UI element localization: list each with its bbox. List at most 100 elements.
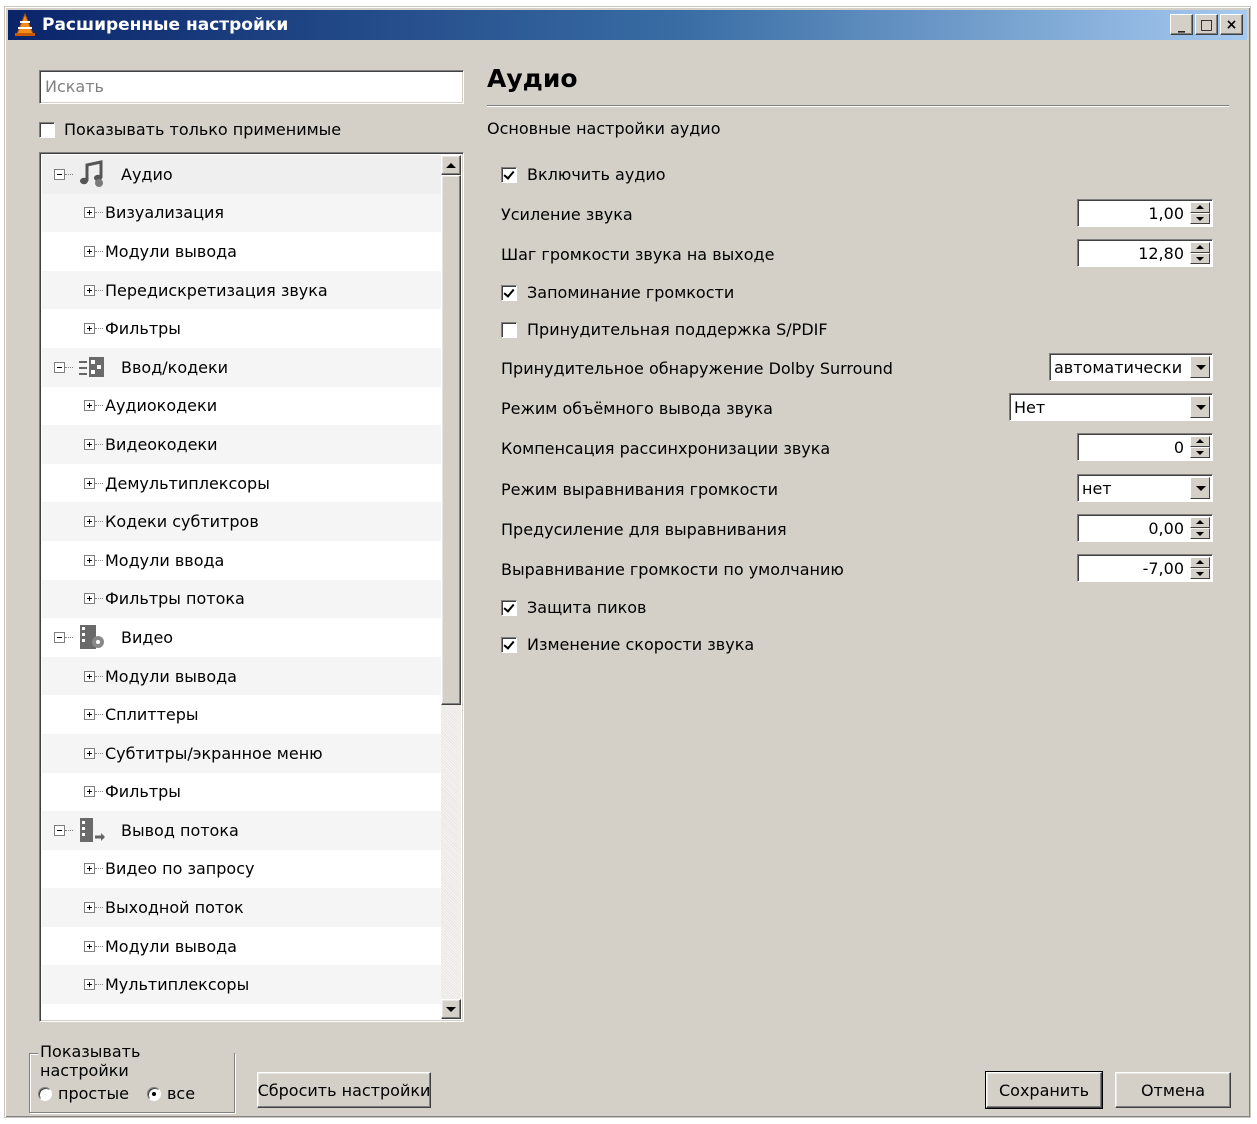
chevron-down-icon[interactable]: [1190, 356, 1210, 378]
tree-item[interactable]: Модули вывода: [42, 927, 443, 966]
tree-item[interactable]: Выходной поток: [42, 888, 443, 927]
desync-spinbox[interactable]: 0: [1077, 433, 1213, 461]
expand-icon[interactable]: [84, 516, 95, 528]
tree-category[interactable]: Ввод/кодеки: [42, 347, 443, 387]
collapse-icon[interactable]: [54, 361, 65, 373]
tree-item[interactable]: Мультиплексоры: [42, 965, 443, 1005]
tree-item[interactable]: Фильтры потока: [42, 579, 443, 619]
spin-up-icon[interactable]: [1190, 242, 1210, 253]
input-codecs-icon: [77, 352, 107, 382]
expand-icon[interactable]: [84, 786, 95, 798]
stereo-mode-select[interactable]: Нет: [1009, 393, 1213, 421]
expand-icon[interactable]: [84, 323, 95, 335]
expand-icon[interactable]: [84, 207, 95, 219]
spin-down-icon[interactable]: [1190, 213, 1210, 224]
collapse-icon[interactable]: [54, 631, 65, 643]
enable-audio-checkbox[interactable]: [501, 166, 517, 183]
expand-icon[interactable]: [84, 438, 95, 450]
peak-protection-checkbox[interactable]: [501, 599, 517, 616]
minimize-button[interactable]: _: [1170, 14, 1193, 35]
spin-down-icon[interactable]: [1190, 447, 1210, 458]
simple-radio[interactable]: [38, 1086, 52, 1101]
close-button[interactable]: ×: [1220, 14, 1243, 35]
save-button[interactable]: Сохранить: [985, 1071, 1103, 1109]
tree-item[interactable]: Видео по запросу: [42, 850, 443, 889]
spin-up-icon[interactable]: [1190, 436, 1210, 447]
replaygain-default-spinbox[interactable]: -7,00: [1077, 554, 1213, 582]
remember-volume-checkbox[interactable]: [501, 284, 517, 301]
spin-down-icon[interactable]: [1190, 568, 1210, 579]
expand-icon[interactable]: [84, 284, 95, 296]
simple-radio-label[interactable]: простые: [58, 1084, 129, 1103]
collapse-icon[interactable]: [54, 168, 65, 180]
expand-icon[interactable]: [84, 593, 95, 605]
tree-category[interactable]: Вывод потока: [42, 811, 443, 850]
expand-icon[interactable]: [84, 940, 95, 952]
volume-step-spinbox[interactable]: 12,80: [1077, 239, 1213, 267]
tree-category[interactable]: Аудио: [42, 155, 443, 194]
tree-label: Модули вывода: [105, 936, 237, 956]
tree-item[interactable]: Передискретизация звука: [42, 270, 443, 310]
replaygain-preamp-value: 0,00: [1148, 519, 1184, 538]
title-bar[interactable]: Расширенные настройки _ □ ×: [8, 10, 1247, 40]
spin-up-icon[interactable]: [1190, 557, 1210, 568]
tree-item[interactable]: Фильтры: [42, 773, 443, 812]
expand-icon[interactable]: [84, 554, 95, 566]
tree-item[interactable]: Модули вывода: [42, 656, 443, 696]
tree-item[interactable]: Сплиттеры: [42, 695, 443, 734]
expand-icon[interactable]: [84, 979, 95, 991]
expand-icon[interactable]: [84, 902, 95, 914]
search-input[interactable]: Искать: [39, 70, 464, 104]
collapse-icon[interactable]: [54, 824, 65, 836]
scroll-down-button[interactable]: [441, 999, 461, 1019]
expand-icon[interactable]: [84, 477, 95, 489]
time-stretch-option[interactable]: Изменение скорости звука: [501, 635, 754, 654]
expand-icon[interactable]: [84, 747, 95, 759]
cancel-button[interactable]: Отмена: [1115, 1072, 1231, 1108]
peak-protection-option[interactable]: Защита пиков: [501, 598, 646, 617]
expand-icon[interactable]: [84, 670, 95, 682]
tree-category[interactable]: Видео: [42, 618, 443, 657]
force-spdif-option[interactable]: Принудительная поддержка S/PDIF: [501, 320, 828, 339]
dolby-select[interactable]: автоматически: [1049, 353, 1213, 381]
tree-scrollbar[interactable]: [441, 155, 461, 1019]
tree-label: Субтитры/экранное меню: [105, 743, 323, 763]
gain-spinbox[interactable]: 1,00: [1077, 199, 1213, 227]
spin-down-icon[interactable]: [1190, 253, 1210, 264]
expand-icon[interactable]: [84, 863, 95, 875]
tree-item[interactable]: Демультиплексоры: [42, 464, 443, 503]
tree-connector: [95, 675, 103, 677]
tree-connector: [95, 289, 103, 291]
maximize-button[interactable]: □: [1195, 14, 1218, 35]
scroll-thumb[interactable]: [441, 175, 461, 705]
spin-down-icon[interactable]: [1190, 528, 1210, 539]
expand-icon[interactable]: [84, 400, 95, 412]
replaygain-mode-select[interactable]: нет: [1077, 474, 1213, 502]
scroll-up-button[interactable]: [441, 155, 461, 175]
expand-icon[interactable]: [84, 245, 95, 257]
tree-item[interactable]: Субтитры/экранное меню: [42, 733, 443, 773]
reset-settings-button[interactable]: Сбросить настройки: [257, 1072, 431, 1108]
tree-item[interactable]: Модули ввода: [42, 541, 443, 580]
expand-icon[interactable]: [84, 709, 95, 721]
time-stretch-checkbox[interactable]: [501, 636, 517, 653]
all-radio[interactable]: [147, 1086, 161, 1101]
chevron-down-icon[interactable]: [1190, 396, 1210, 418]
only-applicable-option[interactable]: Показывать только применимые: [39, 120, 341, 139]
force-spdif-checkbox[interactable]: [501, 321, 517, 338]
tree-item[interactable]: Кодеки субтитров: [42, 502, 443, 541]
spin-up-icon[interactable]: [1190, 517, 1210, 528]
tree-item[interactable]: Визуализация: [42, 193, 443, 233]
tree-item[interactable]: Видеокодеки: [42, 425, 443, 464]
all-radio-label[interactable]: все: [167, 1084, 195, 1103]
enable-audio-option[interactable]: Включить аудио: [501, 165, 666, 184]
chevron-down-icon[interactable]: [1190, 477, 1210, 499]
replaygain-preamp-spinbox[interactable]: 0,00: [1077, 514, 1213, 542]
only-applicable-checkbox[interactable]: [39, 121, 55, 138]
tree-item[interactable]: Аудиокодеки: [42, 387, 443, 426]
remember-volume-option[interactable]: Запоминание громкости: [501, 283, 734, 302]
tree-item[interactable]: Модули вывода: [42, 232, 443, 271]
spin-up-icon[interactable]: [1190, 202, 1210, 213]
tree-item[interactable]: Фильтры: [42, 309, 443, 348]
settings-tree[interactable]: Аудио Визуализация Модули вывода Передискре…: [39, 152, 464, 1022]
